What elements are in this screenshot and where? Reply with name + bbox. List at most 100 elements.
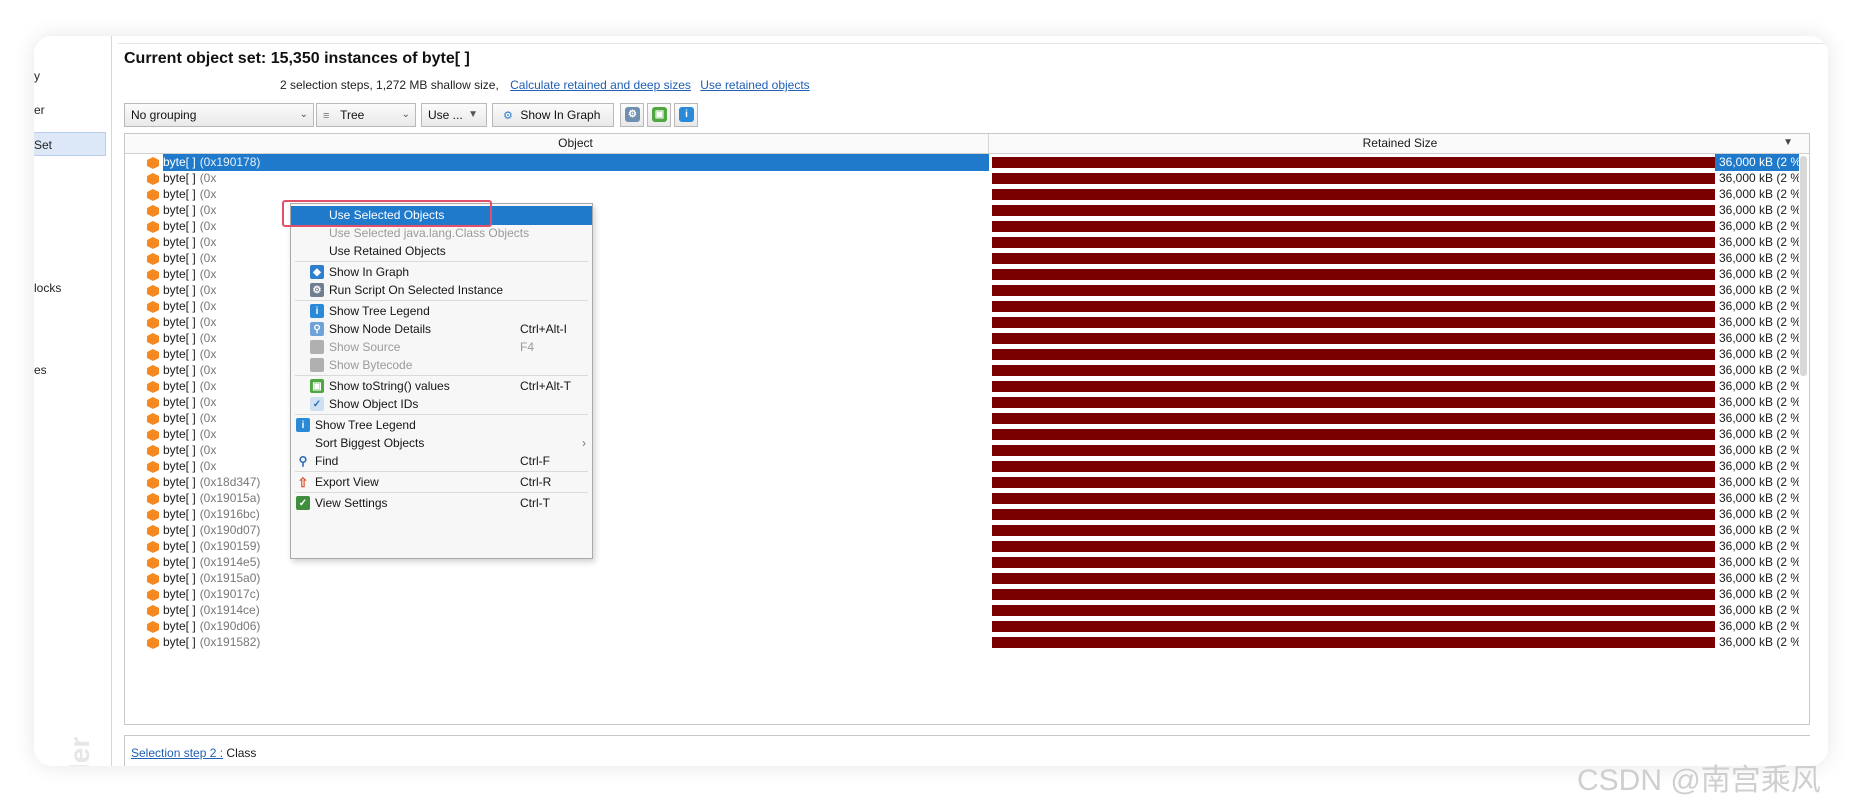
menu-item[interactable]: Sort Biggest Objects › — [291, 434, 592, 453]
object-type: byte[ ] — [163, 571, 196, 585]
use-retained-link[interactable]: Use retained objects — [700, 78, 809, 92]
info-icon: i — [679, 107, 694, 122]
info-icon: i — [310, 304, 324, 318]
menu-item[interactable]: ◆ Show In Graph — [291, 263, 592, 282]
retained-size-bar — [992, 589, 1715, 600]
menu-item[interactable]: ⚙ Run Script On Selected Instance — [291, 281, 592, 300]
menu-item[interactable]: ⚲ Show Node Details Ctrl+Alt-I — [291, 320, 592, 339]
settings-icon: ✓ — [296, 496, 310, 510]
object-instance-icon — [147, 413, 159, 425]
object-address: (0x — [199, 171, 217, 185]
calculate-sizes-link[interactable]: Calculate retained and deep sizes — [510, 78, 691, 92]
check-icon: ✓ — [310, 397, 324, 411]
sidebar-item[interactable]: locks — [34, 276, 106, 300]
column-header-retained-size[interactable]: Retained Size — [990, 134, 1810, 153]
view-mode-select[interactable]: ≡ Tree ⌄ — [316, 103, 416, 127]
retained-size-bar — [992, 461, 1715, 472]
selection-summary: 2 selection steps, 1,272 MB shallow size… — [280, 78, 810, 92]
object-type: byte[ ] — [163, 155, 196, 169]
object-type: byte[ ] — [163, 491, 196, 505]
retained-size-bar — [992, 541, 1715, 552]
retained-size-bar — [992, 365, 1715, 376]
menu-item[interactable]: ✓ Show Object IDs — [291, 395, 592, 414]
object-address: (0x19017c) — [199, 587, 260, 601]
grouping-select[interactable]: No grouping ⌄ — [124, 103, 314, 127]
show-in-graph-button[interactable]: ⚙ Show In Graph — [492, 103, 614, 127]
menu-separator — [295, 471, 588, 472]
object-instance-icon — [147, 509, 159, 521]
object-address: (0x1916bc) — [199, 507, 260, 521]
sidebar-item-label: locks — [34, 281, 62, 295]
object-address: (0x — [199, 187, 217, 201]
menu-item-label: Find — [315, 454, 339, 468]
sidebar-item-label: y — [34, 69, 40, 83]
retained-size-bar — [992, 333, 1715, 344]
sidebar-item-label: es — [34, 363, 47, 377]
menu-item-label: Show Source — [329, 340, 401, 354]
menu-item[interactable]: ⇧ Export View Ctrl-R — [291, 473, 592, 492]
object-address: (0x — [199, 363, 217, 377]
sidebar-item[interactable]: y — [34, 64, 106, 88]
tostring-button[interactable]: ▣ — [647, 103, 671, 127]
object-type: byte[ ] — [163, 539, 196, 553]
object-type: byte[ ] — [163, 603, 196, 617]
object-instance-icon — [147, 573, 159, 585]
legend-button[interactable]: i — [674, 103, 698, 127]
object-address: (0x190d07) — [199, 523, 261, 537]
object-type: byte[ ] — [163, 315, 196, 329]
retained-size-bar — [992, 477, 1715, 488]
selection-summary-text: 2 selection steps, 1,272 MB shallow size… — [280, 78, 499, 92]
menu-item[interactable]: ⚲ Find Ctrl-F — [291, 452, 592, 471]
object-address: (0x — [199, 331, 217, 345]
menu-item-label: Show In Graph — [329, 265, 410, 279]
object-type: byte[ ] — [163, 187, 196, 201]
object-instance-icon — [147, 365, 159, 377]
menu-item[interactable]: i Show Tree Legend — [291, 416, 592, 435]
retained-size-bar — [992, 189, 1715, 200]
top-strip — [118, 36, 1828, 44]
settings-button[interactable]: ⚙ — [620, 103, 644, 127]
menu-item-shortcut: Ctrl+Alt-T — [520, 379, 571, 393]
menu-item[interactable]: i Show Tree Legend — [291, 302, 592, 321]
retained-size-bar — [992, 221, 1715, 232]
object-address: (0x — [199, 427, 217, 441]
sidebar-item-label: er — [34, 103, 45, 117]
object-address: (0x1914e5) — [199, 555, 261, 569]
watermark: CSDN @南宫乘风 — [1577, 764, 1821, 797]
retained-size-bar — [992, 173, 1715, 184]
object-instance-icon — [147, 157, 159, 169]
menu-item[interactable]: Use Retained Objects — [291, 242, 592, 261]
sidebar-item[interactable]: es — [34, 358, 106, 382]
object-instance-icon — [147, 541, 159, 553]
menu-item[interactable]: ▣ Show toString() values Ctrl+Alt-T — [291, 377, 592, 396]
object-address: (0x18d347) — [199, 475, 261, 489]
object-instance-icon — [147, 477, 159, 489]
sidebar-item[interactable]: Set — [34, 132, 106, 156]
sort-descending-icon[interactable]: ▼ — [1783, 137, 1793, 148]
object-address: (0x190159) — [199, 539, 261, 553]
menu-item-label: Show toString() values — [329, 379, 450, 393]
object-instance-icon — [147, 429, 159, 441]
menu-item-label: Show Bytecode — [329, 358, 413, 372]
menu-item-label: View Settings — [315, 496, 388, 510]
object-type: byte[ ] — [163, 331, 196, 345]
object-instance-icon — [147, 333, 159, 345]
selection-steps-panel: Selection step 2 : Class — [124, 735, 1810, 766]
object-address: (0x — [199, 443, 217, 457]
menu-item[interactable]: ✓ View Settings Ctrl-T — [291, 494, 592, 513]
tostring-icon: ▣ — [652, 107, 667, 122]
object-instance-icon — [147, 253, 159, 265]
use-menu-button[interactable]: Use ... ▼ — [421, 103, 487, 127]
vertical-scrollbar[interactable] — [1800, 156, 1807, 376]
column-header-object[interactable]: Object — [163, 134, 989, 153]
retained-size-bar — [992, 493, 1715, 504]
object-instance-icon — [147, 269, 159, 281]
table-row[interactable]: byte[ ] (0x191582) 36,000 kB (2 %) — [125, 633, 1799, 652]
tostring-icon: ▣ — [310, 379, 324, 393]
object-instance-icon — [147, 205, 159, 217]
selection-step-link[interactable]: Selection step 2 : — [131, 746, 223, 760]
sidebar-item[interactable]: er — [34, 98, 106, 122]
menu-item[interactable]: Use Selected Objects — [291, 206, 592, 225]
object-instance-icon — [147, 605, 159, 617]
object-address: (0x — [199, 347, 217, 361]
